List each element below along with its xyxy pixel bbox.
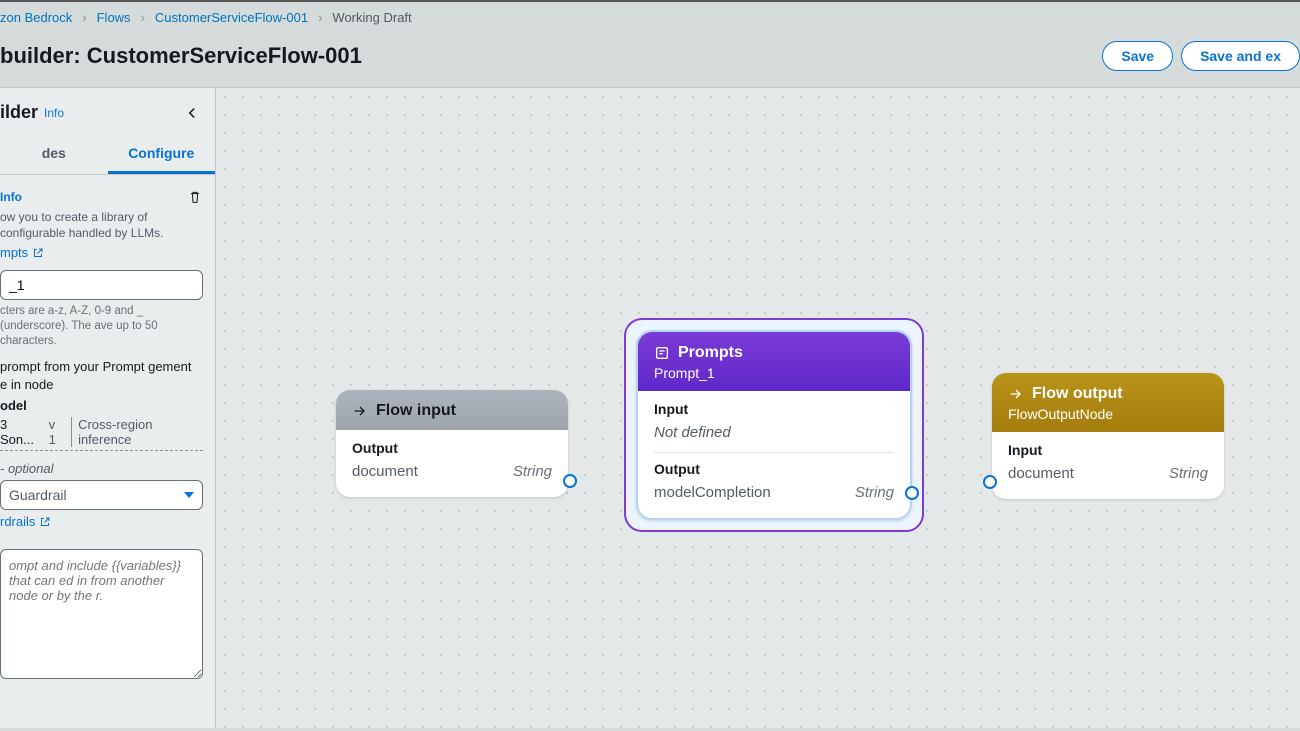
guardrails-link[interactable]: rdrails	[0, 514, 51, 529]
name-help-text: cters are a-z, A-Z, 0-9 and _ (underscor…	[0, 304, 203, 349]
node-flow-output[interactable]: Flow output FlowOutputNode Input documen…	[992, 373, 1224, 499]
prompts-icon	[654, 345, 670, 361]
sidebar: ilder Info des Configure Info ow you to …	[0, 87, 216, 728]
crumb-bedrock[interactable]: zon Bedrock	[0, 10, 72, 25]
input-section-label: Input	[654, 401, 894, 417]
node-title: Prompts	[678, 344, 743, 362]
flow-output-icon	[1008, 386, 1024, 402]
chevron-right-icon: ›	[82, 10, 86, 25]
output-section-label: Output	[352, 440, 552, 456]
selection-outline: Prompts Prompt_1 Input Not defined Outpu…	[624, 318, 924, 532]
external-link-icon	[39, 516, 51, 528]
panel-description: ow you to create a library of configurab…	[0, 209, 203, 241]
input-section-label: Input	[1008, 442, 1208, 458]
sidebar-tabs: des Configure	[0, 135, 215, 175]
trash-icon[interactable]	[187, 189, 203, 205]
output-port[interactable]	[905, 486, 919, 500]
model-label: odel	[0, 398, 203, 413]
guardrail-select[interactable]: Guardrail	[0, 480, 203, 510]
chevron-right-icon: ›	[318, 10, 322, 25]
tab-configure[interactable]: Configure	[108, 135, 216, 174]
info-link[interactable]: Info	[44, 106, 64, 120]
crumb-current: Working Draft	[332, 10, 411, 25]
model-version: v 1	[49, 417, 65, 447]
output-port[interactable]	[563, 474, 577, 488]
output-name: modelCompletion	[654, 484, 771, 501]
panel-info-link[interactable]: Info	[0, 190, 22, 204]
guardrail-label: - optional	[0, 461, 203, 476]
output-type: String	[513, 463, 552, 480]
prompts-link[interactable]: mpts	[0, 245, 44, 260]
collapse-chevron-icon[interactable]	[183, 104, 201, 122]
divider	[654, 452, 894, 453]
sidebar-title: ilder	[0, 102, 38, 123]
save-exit-button[interactable]: Save and ex	[1181, 41, 1300, 71]
input-port[interactable]	[983, 475, 997, 489]
node-prompts[interactable]: Prompts Prompt_1 Input Not defined Outpu…	[636, 330, 912, 520]
node-title: Flow output	[1032, 385, 1123, 403]
flow-canvas[interactable]: Flow input Output document String Prompt…	[216, 87, 1300, 728]
output-section-label: Output	[654, 461, 894, 477]
crumb-flows[interactable]: Flows	[97, 10, 131, 25]
input-type: String	[1169, 465, 1208, 482]
input-name: document	[1008, 465, 1074, 482]
page-title: builder: CustomerServiceFlow-001	[0, 43, 362, 69]
input-not-defined: Not defined	[654, 424, 731, 441]
model-name: 3 Son...	[0, 417, 43, 447]
title-bar: builder: CustomerServiceFlow-001 Save Sa…	[0, 33, 1300, 87]
model-row[interactable]: 3 Son... v 1 Cross-region inference	[0, 417, 203, 451]
option-prompt-mgmt[interactable]: prompt from your Prompt gement	[0, 359, 203, 374]
output-type: String	[855, 484, 894, 501]
breadcrumb: zon Bedrock › Flows › CustomerServiceFlo…	[0, 0, 1300, 33]
external-link-icon	[32, 247, 44, 259]
chevron-down-icon	[184, 492, 194, 498]
node-subtitle: Prompt_1	[654, 365, 894, 381]
prompt-message-textarea[interactable]	[0, 549, 203, 679]
save-button[interactable]: Save	[1102, 41, 1173, 71]
output-name: document	[352, 463, 418, 480]
node-name-input[interactable]	[0, 270, 203, 300]
node-flow-input[interactable]: Flow input Output document String	[336, 390, 568, 497]
node-title: Flow input	[376, 402, 456, 420]
cross-region-label: Cross-region inference	[71, 417, 203, 447]
crumb-flowname[interactable]: CustomerServiceFlow-001	[155, 10, 308, 25]
chevron-right-icon: ›	[141, 10, 145, 25]
option-define-in-node[interactable]: e in node	[0, 377, 203, 392]
node-subtitle: FlowOutputNode	[1008, 406, 1208, 422]
tab-nodes[interactable]: des	[0, 135, 108, 174]
flow-input-icon	[352, 403, 368, 419]
